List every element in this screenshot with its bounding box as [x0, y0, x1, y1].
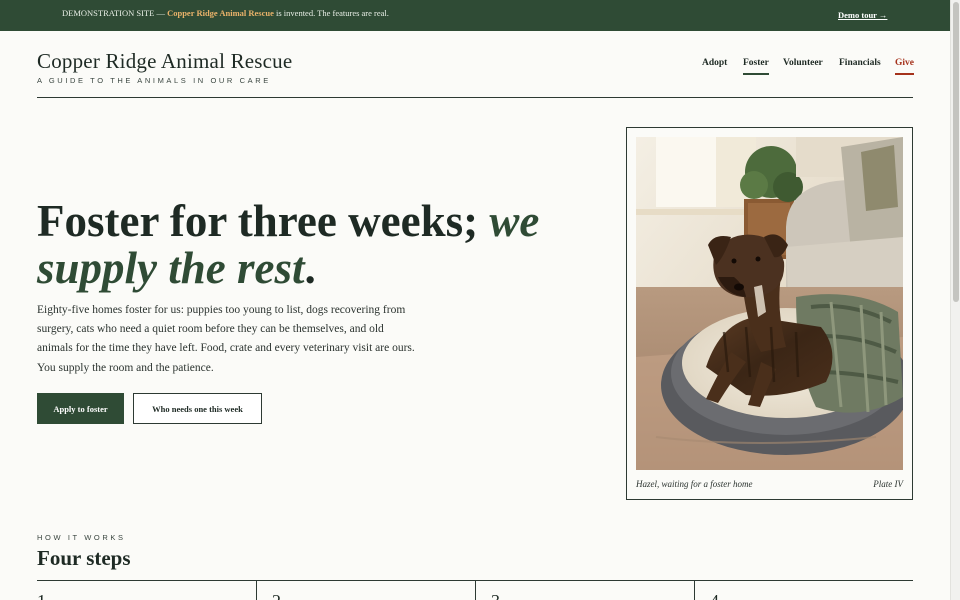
- nav-give[interactable]: Give: [895, 58, 914, 75]
- nav-foster[interactable]: Foster: [743, 58, 769, 75]
- step-card-4: 4: [694, 581, 913, 600]
- plate-caption: Hazel, waiting for a foster home: [636, 479, 753, 489]
- site-brand[interactable]: Copper Ridge Animal Rescue A GUIDE TO TH…: [37, 49, 292, 85]
- nav-volunteer[interactable]: Volunteer: [783, 58, 823, 68]
- step-card-3: 3: [475, 581, 694, 600]
- plate-number: Plate IV: [873, 479, 903, 489]
- who-needs-one-button[interactable]: Who needs one this week: [133, 393, 262, 424]
- step-card-1: 1: [37, 581, 256, 600]
- scrollbar-thumb[interactable]: [953, 2, 959, 302]
- site-name[interactable]: Copper Ridge Animal Rescue: [37, 49, 292, 74]
- step-card-2: 2: [256, 581, 475, 600]
- site-tagline: A GUIDE TO THE ANIMALS IN OUR CARE: [37, 76, 271, 85]
- demo-notice: DEMONSTRATION SITE — Copper Ridge Animal…: [62, 8, 389, 18]
- dog-photo-illustration: [636, 137, 903, 470]
- nav-financials[interactable]: Financials: [839, 58, 881, 68]
- demo-tour-link[interactable]: Demo tour →: [838, 10, 887, 20]
- hero-title-end: .: [304, 243, 316, 293]
- plate-figure: Hazel, waiting for a foster home Plate I…: [626, 127, 913, 500]
- demo-banner: DEMONSTRATION SITE — Copper Ridge Animal…: [0, 0, 950, 31]
- demo-notice-prefix: DEMONSTRATION SITE —: [62, 8, 168, 18]
- hero-description: Eighty-five homes foster for us: puppies…: [37, 304, 415, 374]
- step-number: 3: [491, 591, 500, 600]
- nav-adopt[interactable]: Adopt: [702, 58, 727, 68]
- hero-title: Foster for three weeks; we supply the re…: [37, 198, 597, 292]
- demo-notice-org: Copper Ridge Animal Rescue: [167, 8, 274, 18]
- demo-notice-suffix: is invented. The features are real.: [273, 8, 389, 18]
- step-number: 1: [37, 591, 46, 600]
- page-scrollbar[interactable]: [950, 0, 960, 600]
- section-eyebrow: HOW IT WORKS: [37, 533, 126, 542]
- section-title: Four steps: [37, 546, 131, 570]
- step-number: 4: [710, 591, 719, 600]
- hero-title-plain: Foster for three weeks;: [37, 196, 490, 246]
- apply-to-foster-button[interactable]: Apply to foster: [37, 393, 124, 424]
- step-number: 2: [272, 591, 281, 600]
- dog-photo: [636, 137, 903, 470]
- header-divider: [37, 97, 913, 98]
